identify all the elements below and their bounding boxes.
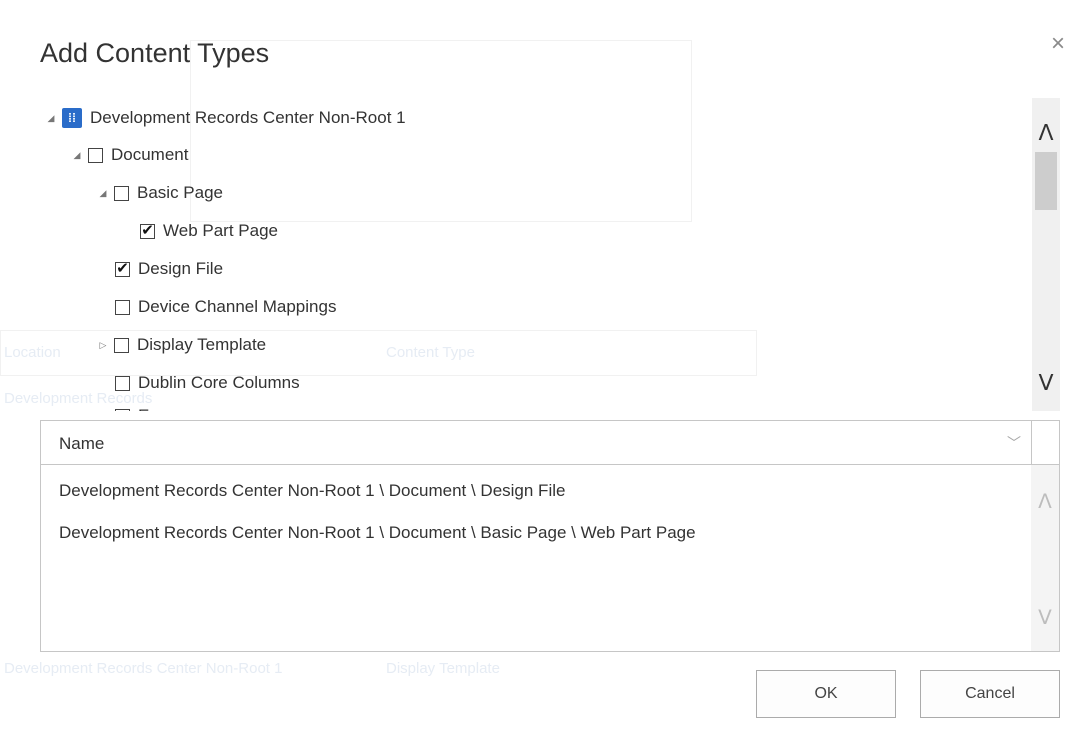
background-row-2-type: Display Template [386, 660, 500, 677]
expand-arrow-icon[interactable]: ◢ [98, 188, 108, 199]
tree-node-device-channel-mappings[interactable]: Device Channel Mappings [115, 295, 336, 319]
scroll-up-icon[interactable]: ᐱ [1031, 489, 1059, 514]
list-header-spacer [1031, 421, 1059, 465]
checkbox[interactable] [114, 337, 129, 353]
dialog-title: Add Content Types [40, 38, 270, 68]
list-item[interactable]: Development Records Center Non-Root 1 \ … [59, 481, 565, 501]
scroll-down-icon[interactable]: ᐯ [1031, 605, 1059, 630]
expand-arrow-icon[interactable]: ◢ [46, 113, 56, 124]
expand-arrow-icon[interactable]: ◢ [72, 150, 82, 161]
tree-node-design-file[interactable]: Design File [115, 257, 223, 281]
tree-node-label: Document [111, 145, 189, 164]
background-row-2: Development Records Center Non-Root 1 [4, 660, 283, 677]
tree-node-partial[interactable]: E [115, 404, 149, 411]
tree-node-label: Development Records Center Non-Root 1 [90, 108, 406, 127]
ok-button[interactable]: OK [756, 670, 896, 718]
tree-node-label: Design File [138, 259, 224, 278]
tree-node-document[interactable]: ◢ Document [72, 143, 189, 167]
checkbox[interactable] [88, 147, 103, 163]
checkbox[interactable] [114, 185, 129, 201]
scroll-down-icon[interactable]: ᐯ [1032, 370, 1060, 396]
tree-node-display-template[interactable]: ▷ Display Template [98, 333, 267, 357]
collapse-arrow-icon[interactable]: ▷ [98, 340, 108, 351]
tree-node-web-part-page[interactable]: Web Part Page [140, 219, 278, 243]
site-icon: ⁞⁞ [62, 108, 82, 128]
content-type-tree: ◢ ⁞⁞ Development Records Center Non-Root… [40, 98, 1032, 411]
tree-node-label: Display Template [137, 335, 267, 354]
tree-node-label: Device Channel Mappings [138, 297, 337, 316]
chevron-down-icon[interactable]: ﹀ [1007, 433, 1021, 453]
tree-node-site[interactable]: ◢ ⁞⁞ Development Records Center Non-Root… [46, 106, 406, 130]
selected-content-types-list: Name ﹀ Development Records Center Non-Ro… [40, 420, 1060, 652]
checkbox-checked[interactable] [140, 223, 155, 239]
scrollbar-thumb[interactable] [1035, 152, 1057, 210]
checkbox[interactable] [115, 408, 130, 411]
tree-node-label: Web Part Page [163, 221, 278, 240]
tree-node-label: Dublin Core Columns [138, 373, 300, 392]
tree-node-basic-page[interactable]: ◢ Basic Page [98, 181, 223, 205]
tree-node-label: Basic Page [137, 183, 223, 202]
tree-node-dublin-core-columns[interactable]: Dublin Core Columns [115, 371, 300, 395]
list-header[interactable]: Name ﹀ [41, 421, 1031, 465]
checkbox[interactable] [115, 299, 130, 315]
tree-scrollbar[interactable]: ᐱ ᐯ [1032, 98, 1060, 411]
checkbox-checked[interactable] [115, 261, 130, 277]
list-scrollbar[interactable]: ᐱ ᐯ [1031, 465, 1059, 651]
checkbox[interactable] [115, 375, 130, 391]
cancel-button[interactable]: Cancel [920, 670, 1060, 718]
column-header-name: Name [59, 434, 105, 453]
tree-node-label: E [138, 406, 149, 411]
scroll-up-icon[interactable]: ᐱ [1032, 120, 1060, 146]
close-icon[interactable]: × [1044, 30, 1072, 58]
list-item[interactable]: Development Records Center Non-Root 1 \ … [59, 523, 696, 543]
